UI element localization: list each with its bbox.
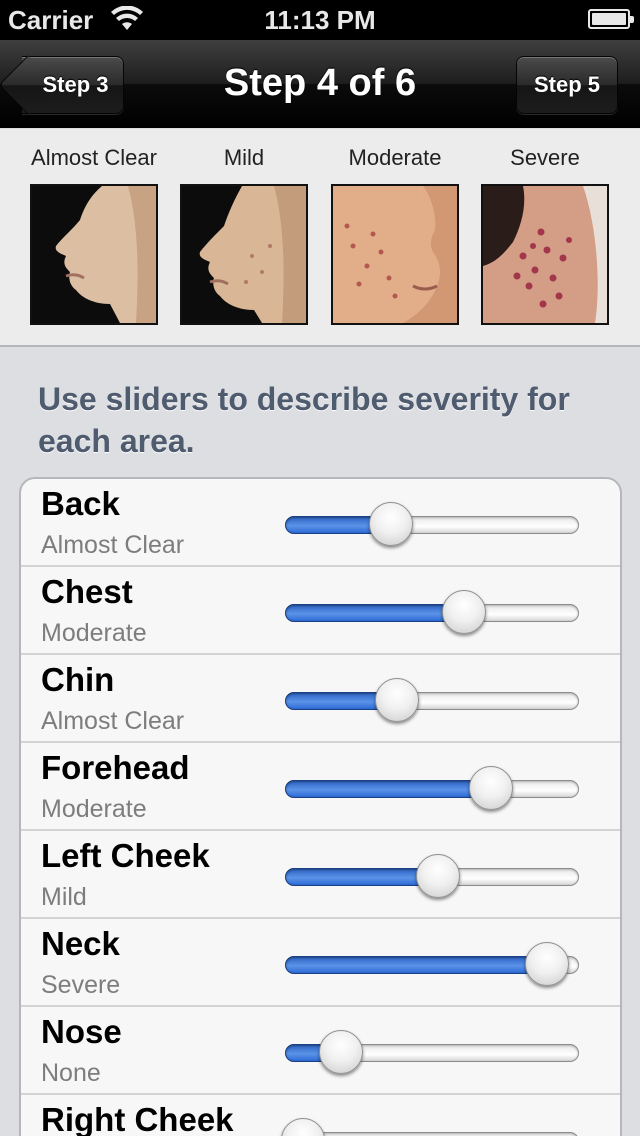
severity-label: Moderate bbox=[348, 145, 442, 170]
severity-slider-chest[interactable] bbox=[285, 589, 579, 635]
severity-slider-chin[interactable] bbox=[285, 677, 579, 723]
severity-reference-panel: Almost Clear Mild Moderate Severe bbox=[0, 129, 640, 347]
slider-thumb[interactable] bbox=[469, 766, 513, 810]
severity-label: Severe bbox=[510, 145, 580, 170]
status-time: 11:13 PM bbox=[264, 5, 376, 35]
severity-reference-severe: Severe bbox=[470, 145, 620, 325]
area-name: Chest bbox=[41, 573, 133, 610]
severity-reference-mild: Mild bbox=[169, 145, 319, 325]
area-severity: Almost Clear bbox=[41, 531, 185, 559]
severity-slider-nose[interactable] bbox=[285, 1029, 579, 1075]
navigation-bar: Step 3 Step 4 of 6 Step 5 bbox=[0, 40, 640, 128]
area-name: Chin bbox=[41, 661, 115, 698]
area-row-right-cheek: Right Cheek bbox=[21, 1095, 620, 1136]
area-row-left-cheek: Left Cheek Mild bbox=[21, 831, 620, 919]
forward-button[interactable]: Step 5 bbox=[516, 56, 618, 114]
severity-slider-neck[interactable] bbox=[285, 941, 579, 987]
area-severity: Almost Clear bbox=[41, 707, 185, 735]
severity-label: Almost Clear bbox=[31, 145, 157, 170]
area-severity: Moderate bbox=[41, 795, 147, 823]
slider-thumb[interactable] bbox=[525, 942, 569, 986]
area-row-chest: Chest Moderate bbox=[21, 567, 620, 655]
forward-button-label: Step 5 bbox=[533, 72, 601, 97]
area-severity: Severe bbox=[41, 971, 121, 999]
area-row-nose: Nose None bbox=[21, 1007, 620, 1095]
slider-thumb[interactable] bbox=[281, 1118, 325, 1136]
severity-slider-right-cheek[interactable] bbox=[281, 1117, 579, 1136]
face-photo-almost-clear-icon bbox=[30, 184, 158, 325]
severity-slider-left-cheek[interactable] bbox=[285, 853, 579, 899]
face-photo-mild-icon bbox=[180, 184, 308, 325]
status-bar: Carrier 11:13 PM bbox=[0, 0, 640, 40]
area-name: Back bbox=[41, 485, 120, 522]
instruction-text: Use sliders to describe severity for eac… bbox=[38, 381, 570, 459]
face-photo-moderate-icon bbox=[331, 184, 459, 325]
severity-slider-forehead[interactable] bbox=[285, 765, 579, 811]
area-name: Nose bbox=[41, 1013, 122, 1050]
back-button-label: Step 3 bbox=[42, 72, 109, 97]
battery-icon bbox=[588, 9, 634, 29]
severity-label: Mild bbox=[223, 145, 265, 170]
area-name: Right Cheek bbox=[41, 1101, 234, 1136]
slider-thumb[interactable] bbox=[442, 590, 486, 634]
area-severity: Moderate bbox=[41, 619, 147, 647]
face-photo-severe-icon bbox=[481, 184, 609, 325]
slider-thumb[interactable] bbox=[416, 854, 460, 898]
slider-thumb[interactable] bbox=[319, 1030, 363, 1074]
area-row-back: Back Almost Clear bbox=[21, 479, 620, 567]
area-severity: Mild bbox=[41, 883, 87, 911]
severity-reference-almost-clear: Almost Clear bbox=[19, 145, 169, 325]
area-name: Left Cheek bbox=[41, 837, 210, 874]
slider-thumb[interactable] bbox=[375, 678, 419, 722]
area-row-forehead: Forehead Moderate bbox=[21, 743, 620, 831]
area-severity: None bbox=[41, 1059, 101, 1087]
area-row-chin: Chin Almost Clear bbox=[21, 655, 620, 743]
area-row-neck: Neck Severe bbox=[21, 919, 620, 1007]
area-name: Forehead bbox=[41, 749, 190, 786]
severity-slider-back[interactable] bbox=[285, 501, 579, 547]
area-name: Neck bbox=[41, 925, 120, 962]
severity-reference-moderate: Moderate bbox=[320, 145, 470, 325]
slider-thumb[interactable] bbox=[369, 502, 413, 546]
body-area-table: Back Almost Clear Chest Moderate Chin Al… bbox=[19, 477, 622, 1136]
